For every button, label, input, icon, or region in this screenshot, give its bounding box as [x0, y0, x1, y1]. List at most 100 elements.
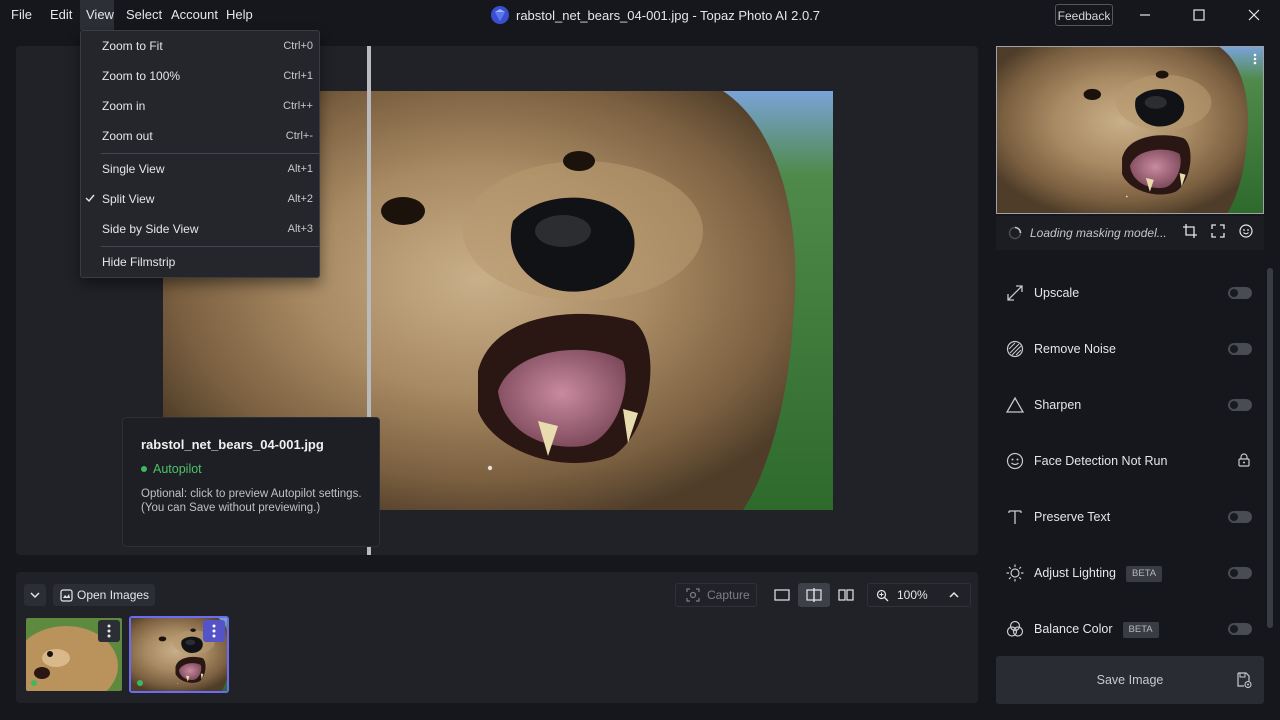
menu-item-hide-filmstrip[interactable]: Hide Filmstrip: [81, 247, 319, 277]
text-icon: [1006, 508, 1024, 526]
preview-options-icon[interactable]: [1253, 53, 1257, 65]
thumbnail-options-button[interactable]: [98, 620, 120, 642]
capture-icon: [686, 588, 700, 602]
menu-item-zoom-to-100[interactable]: Zoom to 100% Ctrl+1: [81, 61, 319, 91]
menu-bar: File Edit View Select Account Help rabst…: [0, 0, 1280, 30]
maximize-icon: [1193, 9, 1205, 21]
thumbnail-options-button[interactable]: [203, 620, 225, 642]
sharpen-icon: [1006, 396, 1024, 414]
menu-item-zoom-in[interactable]: Zoom in Ctrl++: [81, 91, 319, 121]
popup-filename: rabstol_net_bears_04-001.jpg: [141, 437, 324, 452]
color-balance-icon: [1006, 620, 1024, 638]
status-toolbar: Loading masking model...: [996, 216, 1264, 250]
thumbnail-1[interactable]: [26, 618, 122, 691]
thumbnail-2-selected-frame[interactable]: [129, 616, 229, 693]
save-settings-icon[interactable]: [1236, 672, 1252, 688]
minimize-button[interactable]: [1122, 0, 1168, 30]
autopilot-description: Optional: click to preview Autopilot set…: [141, 487, 366, 515]
capture-button[interactable]: Capture: [675, 583, 757, 607]
enhancement-tools-list: Upscale Remove Noise Sharpen Face Detect…: [996, 265, 1262, 649]
menu-item-zoom-to-fit[interactable]: Zoom to Fit Ctrl+0: [81, 31, 319, 61]
autopilot-popup[interactable]: rabstol_net_bears_04-001.jpg Autopilot O…: [122, 417, 380, 547]
autopilot-status: Autopilot: [141, 462, 202, 476]
menu-view[interactable]: View: [80, 0, 114, 30]
balance-color-label: Balance Color: [1034, 622, 1113, 636]
open-images-label: Open Images: [77, 588, 150, 602]
menu-edit[interactable]: Edit: [42, 0, 80, 30]
thumbnail-status-dot: [137, 680, 143, 686]
side-by-side-view-icon: [838, 589, 854, 601]
menu-help[interactable]: Help: [218, 0, 261, 30]
loading-status-text: Loading masking model...: [1030, 226, 1167, 240]
zoom-control[interactable]: 100%: [867, 583, 971, 607]
tool-sharpen[interactable]: Sharpen: [996, 377, 1256, 433]
zoom-icon: [876, 589, 889, 602]
preview-bear-image: [997, 47, 1263, 213]
adjust-lighting-label: Adjust Lighting: [1034, 566, 1117, 580]
sharpen-toggle[interactable]: [1228, 399, 1252, 411]
tool-face-detection[interactable]: Face Detection Not Run: [996, 433, 1256, 489]
upscale-toggle[interactable]: [1228, 287, 1252, 299]
menu-account[interactable]: Account: [163, 0, 226, 30]
capture-label: Capture: [707, 588, 750, 602]
save-image-label: Save Image: [1096, 673, 1164, 687]
menu-file[interactable]: File: [3, 0, 40, 30]
sun-icon: [1006, 564, 1024, 582]
single-view-icon: [774, 589, 790, 601]
face-icon: [1006, 452, 1024, 470]
thumbnail-status-dot: [31, 680, 37, 686]
face-select-icon[interactable]: [1239, 224, 1253, 238]
save-image-button[interactable]: Save Image: [996, 656, 1264, 704]
chevron-down-icon: [30, 590, 40, 600]
zoom-level: 100%: [897, 588, 928, 602]
close-button[interactable]: [1231, 0, 1277, 30]
single-view-button[interactable]: [766, 583, 798, 607]
preserve-text-toggle[interactable]: [1228, 511, 1252, 523]
beta-badge: BETA: [1122, 621, 1159, 638]
tool-upscale[interactable]: Upscale: [996, 265, 1256, 321]
filmstrip-panel: Open Images Capture 100%: [16, 572, 978, 703]
window-title: rabstol_net_bears_04-001.jpg - Topaz Pho…: [490, 0, 820, 30]
menu-item-side-by-side-view[interactable]: Side by Side View Alt+3: [81, 214, 319, 244]
side-by-side-view-button[interactable]: [830, 583, 862, 607]
image-add-icon: [60, 588, 73, 602]
feedback-button[interactable]: Feedback: [1055, 4, 1113, 26]
balance-color-toggle[interactable]: [1228, 623, 1252, 635]
menu-item-single-view[interactable]: Single View Alt+1: [81, 154, 319, 184]
split-view-icon: [806, 588, 822, 602]
view-menu-dropdown: Zoom to Fit Ctrl+0 Zoom to 100% Ctrl+1 Z…: [80, 30, 320, 278]
kebab-menu-icon: [212, 624, 216, 638]
navigator-preview[interactable]: [996, 46, 1264, 214]
open-images-button[interactable]: Open Images: [53, 584, 155, 606]
menu-item-zoom-out[interactable]: Zoom out Ctrl+-: [81, 121, 319, 151]
loading-spinner-icon: [1008, 226, 1022, 240]
beta-badge: BETA: [1126, 565, 1163, 582]
upscale-icon: [1006, 284, 1024, 302]
close-icon: [1248, 9, 1260, 21]
lock-icon: [1238, 453, 1250, 467]
crop-icon[interactable]: [1183, 224, 1197, 238]
kebab-menu-icon: [107, 624, 111, 638]
remove-noise-icon: [1006, 340, 1024, 358]
split-view-button[interactable]: [798, 583, 830, 607]
status-dot-icon: [141, 466, 147, 472]
tool-remove-noise[interactable]: Remove Noise: [996, 321, 1256, 377]
adjust-lighting-toggle[interactable]: [1228, 567, 1252, 579]
minimize-icon: [1139, 9, 1151, 21]
checkmark-icon: [85, 193, 95, 203]
maximize-button[interactable]: [1176, 0, 1222, 30]
autopilot-description-line1: Optional: click to preview Autopilot set…: [141, 488, 362, 500]
autopilot-description-line2: (You can Save without previewing.): [141, 502, 321, 514]
fullscreen-icon[interactable]: [1211, 224, 1225, 238]
window-title-text: rabstol_net_bears_04-001.jpg - Topaz Pho…: [516, 7, 821, 23]
tool-adjust-lighting[interactable]: Adjust Lighting BETA: [996, 545, 1256, 601]
tool-preserve-text[interactable]: Preserve Text: [996, 489, 1256, 545]
topaz-logo-icon: [490, 5, 510, 25]
remove-noise-toggle[interactable]: [1228, 343, 1252, 355]
autopilot-status-label: Autopilot: [153, 462, 202, 476]
menu-item-split-view[interactable]: Split View Alt+2: [81, 184, 319, 214]
chevron-up-icon[interactable]: [949, 590, 959, 600]
collapse-filmstrip-button[interactable]: [24, 584, 46, 606]
tool-balance-color[interactable]: Balance Color BETA: [996, 601, 1256, 657]
tools-scrollbar[interactable]: [1267, 268, 1273, 628]
